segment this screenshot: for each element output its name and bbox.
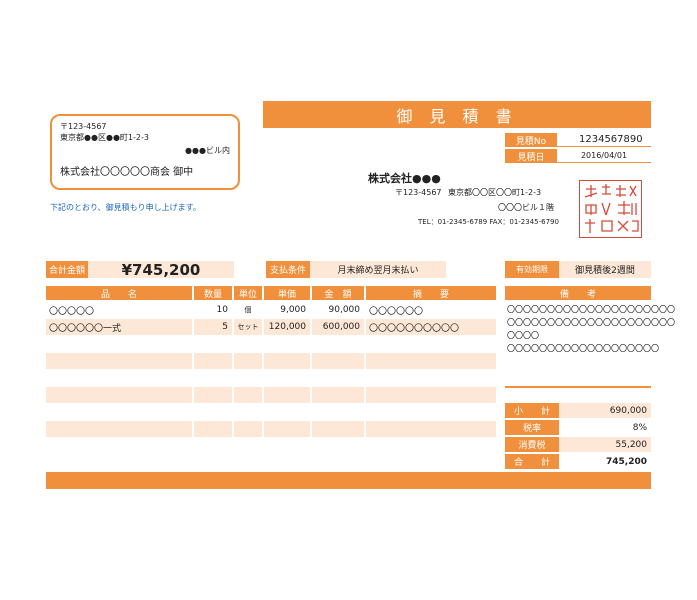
seal-glyphs bbox=[584, 184, 639, 233]
cell-unit bbox=[234, 353, 262, 369]
cell-description: 〇〇〇〇〇〇〇〇〇〇 bbox=[366, 319, 496, 335]
total-amount-label: 合計金額 bbox=[46, 261, 88, 278]
cell-quantity bbox=[194, 370, 232, 386]
cell-unit-price bbox=[264, 370, 310, 386]
cell-unit-price: 9,000 bbox=[280, 305, 306, 315]
remarks-header: 備 考 bbox=[505, 286, 651, 300]
total-amount-value: ¥745,200 bbox=[88, 261, 234, 278]
company-seal-image bbox=[579, 180, 642, 238]
consumption-tax-value: 55,200 bbox=[559, 437, 651, 452]
cell-unit bbox=[234, 336, 262, 352]
payment-terms-value: 月末締め翌月末払い bbox=[310, 261, 446, 278]
header-amount: 金 額 bbox=[312, 286, 364, 300]
cell-quantity bbox=[194, 421, 232, 437]
cell-description bbox=[366, 421, 496, 437]
client-name: 株式会社〇〇〇〇〇商会 御中 bbox=[60, 167, 194, 178]
header-item-name: 品 名 bbox=[46, 286, 192, 300]
intro-text: 下記のとおり、御見積もり申し上げます。 bbox=[50, 203, 201, 212]
client-building: ●●●ビル内 bbox=[185, 146, 230, 155]
cell-quantity: 5 bbox=[194, 319, 232, 335]
cell-item-name bbox=[46, 387, 192, 403]
cell-unit bbox=[234, 387, 262, 403]
estimate-date-value: 2016/04/01 bbox=[557, 149, 651, 163]
estimate-date-label: 見積日 bbox=[505, 149, 557, 163]
cell-description bbox=[366, 336, 496, 352]
cell-item-name bbox=[46, 404, 192, 420]
footer-bar bbox=[46, 472, 651, 489]
cell-unit: 個 bbox=[244, 306, 252, 314]
cell-unit: セット bbox=[234, 319, 262, 335]
header-quantity: 数量 bbox=[194, 286, 232, 300]
cell-unit-price bbox=[264, 438, 310, 454]
cell-description: 〇〇〇〇〇〇 bbox=[369, 306, 424, 317]
header-unit: 単位 bbox=[234, 286, 262, 300]
cell-unit-price bbox=[264, 336, 310, 352]
cell-quantity: 10 bbox=[216, 305, 228, 315]
sender-contact: TEL：01-2345-6789 FAX：01-2345-6790 bbox=[418, 218, 559, 226]
payment-terms-label: 支払条件 bbox=[266, 261, 310, 278]
estimate-number-value: 1234567890 bbox=[557, 133, 651, 147]
cell-item-name: 〇〇〇〇〇 bbox=[49, 306, 95, 317]
grand-total-value: 745,200 bbox=[606, 456, 647, 467]
cell-amount bbox=[312, 438, 364, 454]
cell-amount bbox=[312, 353, 364, 369]
subtotal-value: 690,000 bbox=[559, 403, 651, 418]
sender-postal: 〒123-4567 bbox=[395, 188, 442, 197]
cell-item-name bbox=[46, 370, 192, 386]
tax-rate-label: 税率 bbox=[505, 420, 559, 435]
remarks-line: 〇〇〇〇〇〇〇〇〇〇〇〇〇〇〇〇〇〇〇〇〇 bbox=[507, 318, 675, 327]
header-description: 摘 要 bbox=[366, 286, 496, 300]
cell-quantity bbox=[194, 387, 232, 403]
cell-unit-price bbox=[264, 353, 310, 369]
cell-description bbox=[366, 370, 496, 386]
remarks-line: 〇〇〇〇〇〇〇〇〇〇〇〇〇〇〇〇〇〇〇 bbox=[507, 344, 659, 353]
estimate-number-label: 見積No bbox=[505, 133, 557, 147]
cell-unit-price bbox=[264, 387, 310, 403]
validity-label: 有効期限 bbox=[505, 261, 559, 278]
remarks-divider bbox=[505, 386, 651, 388]
cell-unit-price bbox=[264, 404, 310, 420]
subtotal-label: 小 計 bbox=[505, 403, 559, 418]
cell-item-name bbox=[46, 353, 192, 369]
consumption-tax-label: 消費税 bbox=[505, 437, 559, 452]
sender-address: 東京都〇〇区〇〇町1-2-3 bbox=[448, 188, 542, 197]
cell-quantity bbox=[194, 353, 232, 369]
client-address: 東京都●●区●●町1-2-3 bbox=[60, 133, 149, 142]
client-postal: 〒123-4567 bbox=[60, 122, 107, 131]
cell-unit bbox=[234, 404, 262, 420]
remarks-line: 〇〇〇〇〇〇〇〇〇〇〇〇〇〇〇〇〇〇〇〇〇 bbox=[507, 305, 675, 314]
cell-description bbox=[366, 353, 496, 369]
cell-amount bbox=[312, 404, 364, 420]
validity-value: 御見積後2週間 bbox=[559, 261, 651, 278]
cell-item-name bbox=[46, 438, 192, 454]
cell-amount bbox=[312, 387, 364, 403]
cell-item-name: 〇〇〇〇〇〇一式 bbox=[46, 319, 192, 335]
tax-rate-value: 8% bbox=[632, 422, 647, 433]
cell-description bbox=[366, 387, 496, 403]
cell-amount bbox=[312, 421, 364, 437]
cell-quantity bbox=[194, 438, 232, 454]
remarks-line: 〇〇〇〇 bbox=[507, 331, 539, 340]
cell-unit-price: 120,000 bbox=[264, 319, 310, 335]
cell-amount: 600,000 bbox=[312, 319, 364, 335]
document-title: 御 見 積 書 bbox=[263, 101, 651, 128]
cell-amount: 90,000 bbox=[328, 305, 361, 315]
grand-total-label: 合 計 bbox=[505, 454, 559, 469]
sender-building: 〇〇〇ビル１階 bbox=[498, 203, 554, 212]
sender-company: 株式会社●●● bbox=[368, 172, 441, 185]
cell-item-name bbox=[46, 421, 192, 437]
cell-quantity bbox=[194, 336, 232, 352]
cell-amount bbox=[312, 336, 364, 352]
cell-unit bbox=[234, 438, 262, 454]
cell-unit-price bbox=[264, 421, 310, 437]
header-unit-price: 単価 bbox=[264, 286, 310, 300]
cell-description bbox=[366, 438, 496, 454]
cell-unit bbox=[234, 421, 262, 437]
cell-amount bbox=[312, 370, 364, 386]
cell-quantity bbox=[194, 404, 232, 420]
cell-description bbox=[366, 404, 496, 420]
cell-item-name bbox=[46, 336, 192, 352]
cell-unit bbox=[234, 370, 262, 386]
